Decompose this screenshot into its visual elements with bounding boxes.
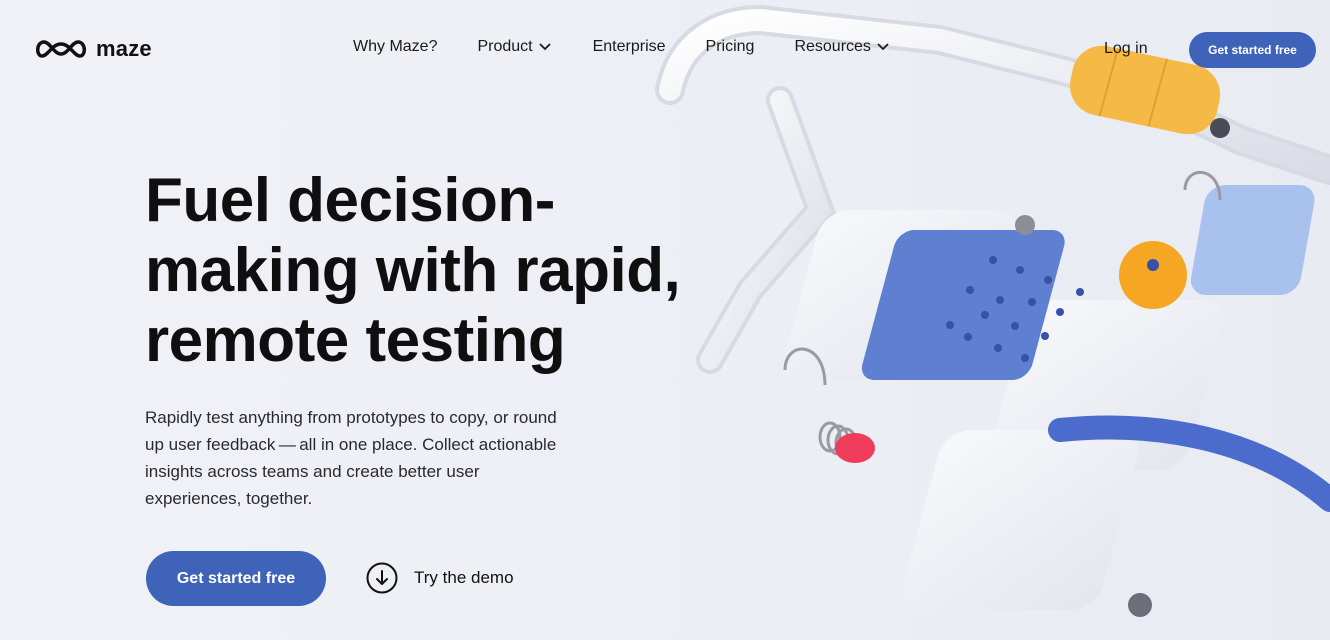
nav-label: Enterprise (592, 38, 666, 55)
login-link[interactable]: Log in (1104, 40, 1148, 58)
maze-logo-icon (36, 40, 86, 58)
try-demo-link[interactable]: Try the demo (366, 562, 514, 594)
get-started-button[interactable]: Get started free (146, 551, 326, 606)
nav-label: Why Maze? (353, 38, 438, 55)
nav-label: Resources (794, 38, 871, 55)
logo-text: maze (96, 36, 152, 61)
nav-resources[interactable]: Resources (794, 38, 889, 56)
nav-label: Pricing (705, 38, 755, 55)
nav-why-maze[interactable]: Why Maze? (353, 38, 437, 56)
logo[interactable]: maze (36, 36, 152, 62)
header-get-started-button[interactable]: Get started free (1189, 32, 1316, 68)
nav-label: Product (477, 38, 533, 55)
hero-subtitle: Rapidly test anything from prototypes to… (145, 408, 557, 508)
try-demo-label: Try the demo (414, 568, 514, 587)
nav-product[interactable]: Product (477, 38, 551, 56)
chevron-down-icon (877, 43, 889, 51)
chevron-down-icon (538, 43, 551, 51)
hero-title: Fuel decision-making with rapid, remote … (145, 166, 681, 375)
nav-enterprise[interactable]: Enterprise (593, 38, 666, 56)
arrow-down-circle-icon (366, 562, 398, 594)
nav-pricing[interactable]: Pricing (706, 38, 755, 56)
site-header: maze Why Maze? Product Enterprise Pricin… (0, 0, 1330, 100)
main-nav: Why Maze? Product Enterprise Pricing Res… (353, 38, 889, 56)
